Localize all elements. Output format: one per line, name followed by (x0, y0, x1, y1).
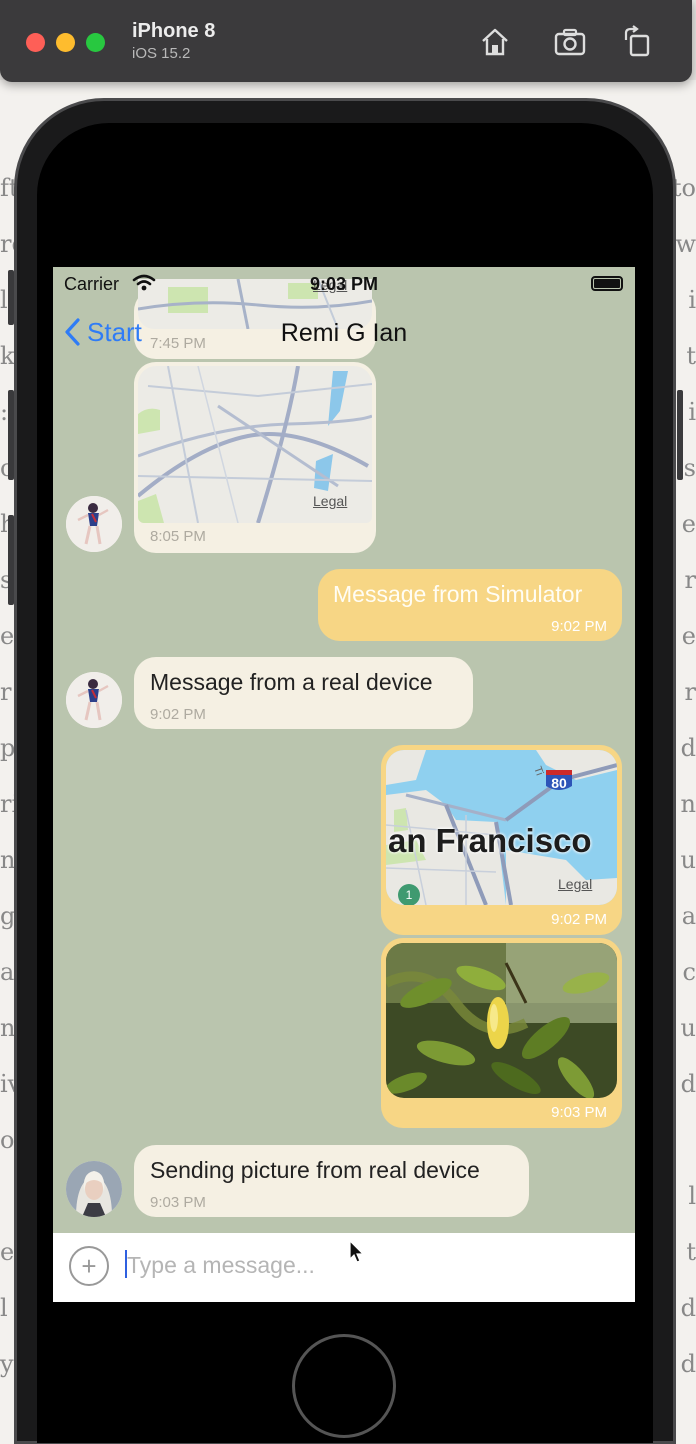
outgoing-photo-bubble[interactable]: 9:03 PM (381, 938, 622, 1128)
device-home-button[interactable] (292, 1334, 396, 1438)
message-time: 9:03 PM (150, 1194, 206, 1211)
zoom-window-button[interactable] (86, 33, 105, 52)
photo-thumbnail[interactable] (386, 943, 617, 1098)
map-legal-link[interactable]: Legal (313, 493, 347, 509)
map-legal-link[interactable]: Legal (558, 876, 592, 892)
contact-avatar[interactable] (66, 672, 122, 728)
message-text: Message from a real device (150, 669, 433, 695)
screenshot-icon (554, 28, 586, 56)
message-time: 9:02 PM (150, 706, 206, 723)
message-time: 8:05 PM (150, 528, 206, 545)
message-time: 9:02 PM (551, 618, 607, 635)
mute-switch (8, 270, 14, 325)
contact-avatar[interactable] (66, 496, 122, 552)
device-name: iPhone 8 (132, 20, 216, 42)
simulator-title-bar: iPhone 8 iOS 15.2 (0, 0, 692, 82)
volume-down-key (8, 515, 14, 605)
incoming-text-bubble[interactable]: Sending picture from real device 9:03 PM (134, 1145, 529, 1217)
message-time: 9:02 PM (551, 911, 607, 928)
power-key (677, 390, 683, 480)
message-time: 9:03 PM (551, 1104, 607, 1121)
message-composer: + (53, 1233, 635, 1302)
volume-up-key (8, 390, 14, 480)
outgoing-text-bubble[interactable]: Message from Simulator 9:02 PM (318, 569, 622, 641)
close-window-button[interactable] (26, 33, 45, 52)
map-city-label: an Francisco (388, 822, 592, 859)
route-1-shield: 1 (398, 884, 420, 905)
battery-icon (591, 276, 623, 291)
message-text: Message from Simulator (333, 581, 583, 607)
outgoing-map-bubble[interactable]: Ti 80 1 an Francisco Legal 9:02 PM (381, 745, 622, 935)
map-message-bubble[interactable]: Legal 8:05 PM (134, 362, 376, 553)
status-bar: Carrier 9:03 PM (53, 267, 635, 299)
minimize-window-button[interactable] (56, 33, 75, 52)
screenshot-button[interactable] (552, 24, 588, 60)
os-version: iOS 15.2 (132, 45, 191, 62)
mouse-pointer-icon (349, 1240, 365, 1263)
map-thumbnail[interactable]: Ti 80 1 an Francisco Legal (386, 750, 617, 905)
rotate-icon (624, 25, 650, 57)
interstate-80-shield: 80 (551, 775, 567, 791)
incoming-text-bubble[interactable]: Message from a real device 9:02 PM (134, 657, 473, 729)
rotate-button[interactable] (620, 24, 656, 60)
chat-title: Remi G Ian (280, 319, 408, 347)
message-text: Sending picture from real device (150, 1157, 480, 1183)
attach-button[interactable]: + (69, 1246, 109, 1286)
app-screen: Legal 7:45 PM Start Remi G Ian Carrier 9… (53, 267, 635, 1302)
text-caret (125, 1250, 127, 1278)
plus-icon: + (81, 1250, 97, 1281)
user-avatar[interactable] (66, 1161, 122, 1217)
home-button[interactable] (477, 24, 513, 60)
home-icon (482, 28, 508, 56)
map-thumbnail[interactable]: Legal (138, 366, 372, 523)
status-time: 9:03 PM (309, 274, 379, 294)
